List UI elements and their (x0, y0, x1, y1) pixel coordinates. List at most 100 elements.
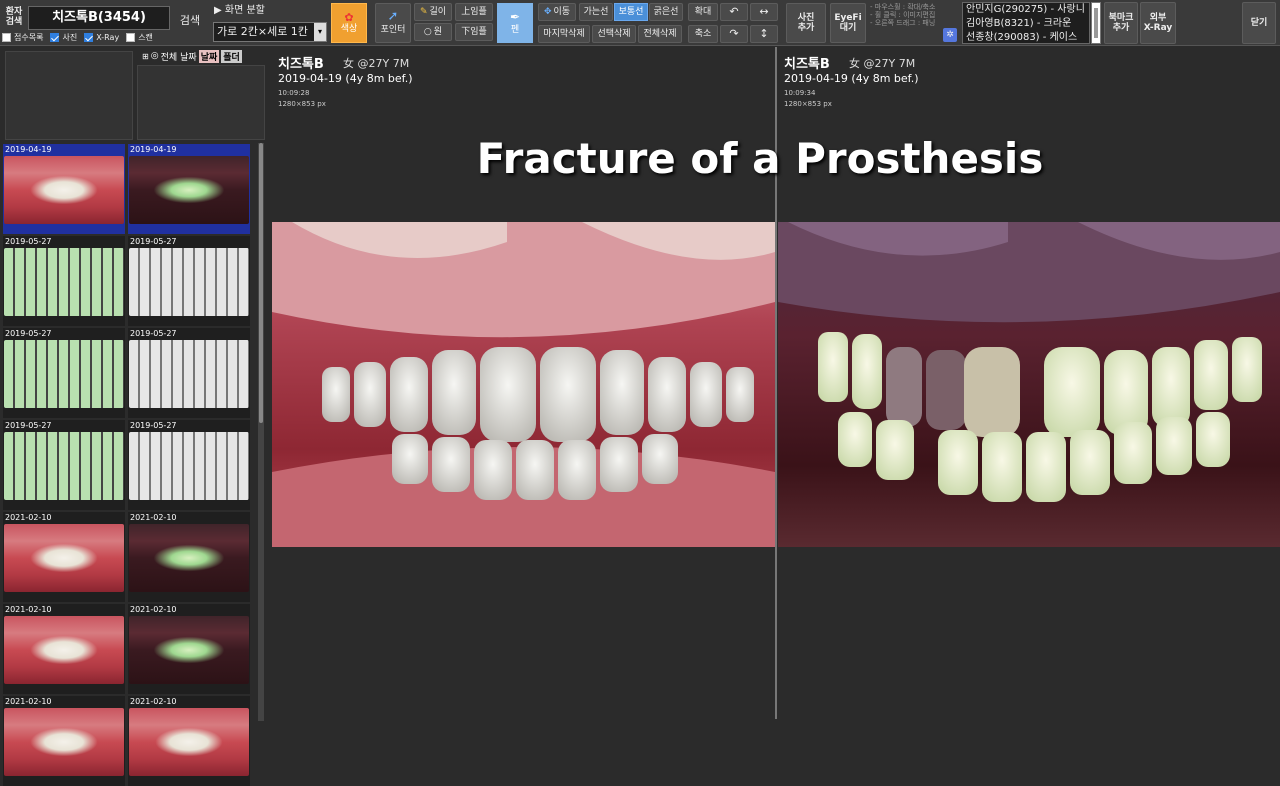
layout-value: 가로 2칸×세로 1칸 (217, 24, 308, 38)
thick-line-button[interactable]: 굵은선 (649, 3, 683, 21)
pen-button[interactable]: ✒ 펜 (497, 3, 533, 43)
scrollbar-thumb[interactable] (1094, 8, 1098, 38)
add-photo-button[interactable]: 사진 추가 (786, 3, 826, 43)
rotate-right-icon[interactable]: ↷ (720, 25, 748, 43)
thumbnail-item[interactable]: 2021-02-10 (128, 512, 250, 602)
checkbox-icon (2, 33, 11, 43)
patient-list-item[interactable]: 안민지G(290275) - 사랑니 (966, 3, 1085, 17)
pointer-icon: ➚ (387, 9, 399, 25)
photo-size: 1280×853 px (784, 100, 832, 108)
thumbnail-item[interactable]: 2019-05-27 (128, 236, 250, 326)
filter-label: X-Ray (96, 33, 120, 43)
thumbnail-item[interactable]: 2021-02-10 (3, 512, 125, 602)
thumbnail-item[interactable]: 2021-02-10 (128, 696, 250, 786)
patient-list[interactable]: 안민지G(290275) - 사랑니 김아영B(8321) - 크라운 선종창(… (962, 2, 1090, 44)
patient-search-input[interactable]: 치즈톡B(3454) (28, 6, 170, 30)
bookmark-add-button[interactable]: 북마크 추가 (1104, 2, 1138, 44)
expand-icon[interactable]: ⊞ (142, 52, 149, 61)
thumbnail-item[interactable]: 2019-04-19 (3, 144, 125, 234)
patient-info: 女 @27Y 7M (849, 57, 916, 70)
color-button[interactable]: ✿ 색상 (331, 3, 367, 43)
thumbnail-date: 2021-02-10 (5, 513, 52, 522)
close-button[interactable]: 닫기 (1242, 2, 1276, 44)
patient-list-item[interactable]: 선종창(290083) - 케이스 (966, 31, 1077, 43)
layout-select[interactable]: 가로 2칸×세로 1칸 ▾ (213, 22, 327, 42)
scrollbar-thumb[interactable] (259, 143, 263, 423)
thumbnail-date: 2021-02-10 (130, 513, 177, 522)
rotate-left-icon[interactable]: ↶ (720, 3, 748, 21)
filter-scan[interactable]: 스캔 (126, 33, 153, 43)
delete-selected-button[interactable]: 선택삭제 (592, 25, 636, 43)
pencil-icon: ✎ (419, 6, 428, 17)
filter-label: 사진 (62, 33, 78, 43)
patient-search-label: 환자 검색 (5, 6, 23, 27)
thumbnail-date: 2021-02-10 (130, 605, 177, 614)
thumbnail-scrollbar[interactable] (258, 143, 264, 721)
length-button[interactable]: ✎ 길이 (414, 3, 452, 21)
filter-photo[interactable]: 사진 (50, 33, 78, 43)
upper-implant-button[interactable]: 上임플 (455, 3, 493, 21)
thumbnail-date: 2019-05-27 (130, 237, 177, 246)
thumbnail-date: 2021-02-10 (5, 697, 52, 706)
folder-button[interactable]: 폴더 (221, 49, 242, 63)
patient-list-scrollbar[interactable] (1091, 2, 1101, 44)
date-sort-button[interactable]: 날짜 (180, 50, 197, 63)
checkbox-icon (126, 33, 136, 43)
move-button[interactable]: ✥ 이동 (538, 3, 576, 21)
thumbnail-item[interactable]: 2019-05-27 (3, 236, 125, 326)
filter-xray[interactable]: X-Ray (84, 33, 120, 43)
overlay-title: Fracture of a Prosthesis (476, 134, 1044, 183)
pointer-button[interactable]: ➚ 포인터 (375, 3, 411, 43)
zoom-out-button[interactable]: 축소 (688, 25, 718, 43)
external-xray-button[interactable]: 외부 X-Ray (1140, 2, 1176, 44)
thumbnail-image (129, 616, 249, 684)
patient-name: 치즈톡B (278, 57, 324, 72)
dental-photo-left[interactable] (272, 222, 775, 547)
eyefi-button[interactable]: EyeFi 대기 (830, 3, 866, 43)
thumbnail-date: 2019-05-27 (5, 421, 52, 430)
palette-icon: ✿ (344, 10, 354, 24)
normal-line-button[interactable]: 보통선 (614, 3, 648, 21)
patient-list-item[interactable]: 김아영B(8321) - 크라운 (966, 17, 1071, 31)
search-button[interactable]: 검색 (174, 12, 206, 30)
checkbox-checked-icon (84, 33, 94, 43)
dental-photo-right-uv[interactable] (778, 222, 1280, 547)
move-label: 이동 (553, 6, 571, 17)
thumbnail-date: 2019-04-19 (5, 145, 52, 154)
mouse-help-text: - 마우스휠 : 확대/축소 - 휠 클릭 : 이미지편집 - 오른쪽 드래그 … (870, 3, 936, 28)
color-label: 색상 (340, 24, 358, 35)
filter-intake[interactable]: 접수목록 (2, 33, 44, 43)
chevron-down-icon: ▾ (314, 23, 326, 41)
patient-name: 치즈톡B (784, 57, 830, 72)
filter-label: 접수목록 (14, 33, 44, 43)
flip-horizontal-icon[interactable]: ↔ (750, 3, 778, 21)
lower-implant-button[interactable]: 下임플 (455, 23, 493, 41)
date-filter-button[interactable]: 날짜 (198, 49, 220, 63)
thumbnail-image (4, 708, 124, 776)
settings-icon[interactable]: ✲ (943, 28, 957, 42)
thumbnail-item[interactable]: 2019-05-27 (3, 328, 125, 418)
circle-button[interactable]: ○ 원 (414, 23, 452, 41)
thumbnail-image (4, 248, 124, 316)
camera-icon: ◎ (150, 51, 159, 61)
thumbnail-image (4, 524, 124, 592)
photo-size: 1280×853 px (278, 100, 326, 108)
flip-vertical-icon[interactable]: ↕ (750, 25, 778, 43)
thumbnail-item[interactable]: 2019-04-19 (128, 144, 250, 234)
delete-last-button[interactable]: 마지막삭제 (538, 25, 590, 43)
thumbnail-item[interactable]: 2019-05-27 (128, 328, 250, 418)
zoom-in-button[interactable]: 확대 (688, 3, 718, 21)
photo-date: 2019-04-19 (4y 8m bef.) (784, 72, 919, 85)
thumbnail-item[interactable]: 2021-02-10 (3, 696, 125, 786)
thumbnail-item[interactable]: 2021-02-10 (3, 604, 125, 694)
thin-line-button[interactable]: 가는선 (579, 3, 613, 21)
thumbnail-item[interactable]: 2019-05-27 (128, 420, 250, 510)
delete-all-button[interactable]: 전체삭제 (638, 25, 682, 43)
photo-time: 10:09:34 (784, 89, 816, 97)
thumbnail-date: 2019-05-27 (130, 329, 177, 338)
pen-icon: ✒ (509, 9, 521, 24)
thumbnail-item[interactable]: 2021-02-10 (128, 604, 250, 694)
toolbar: 환자 검색 치즈톡B(3454) 검색 접수목록 사진 X-Ray 스캔 ▶ 화… (0, 0, 1280, 46)
preview-box-left (5, 51, 133, 140)
thumbnail-item[interactable]: 2019-05-27 (3, 420, 125, 510)
